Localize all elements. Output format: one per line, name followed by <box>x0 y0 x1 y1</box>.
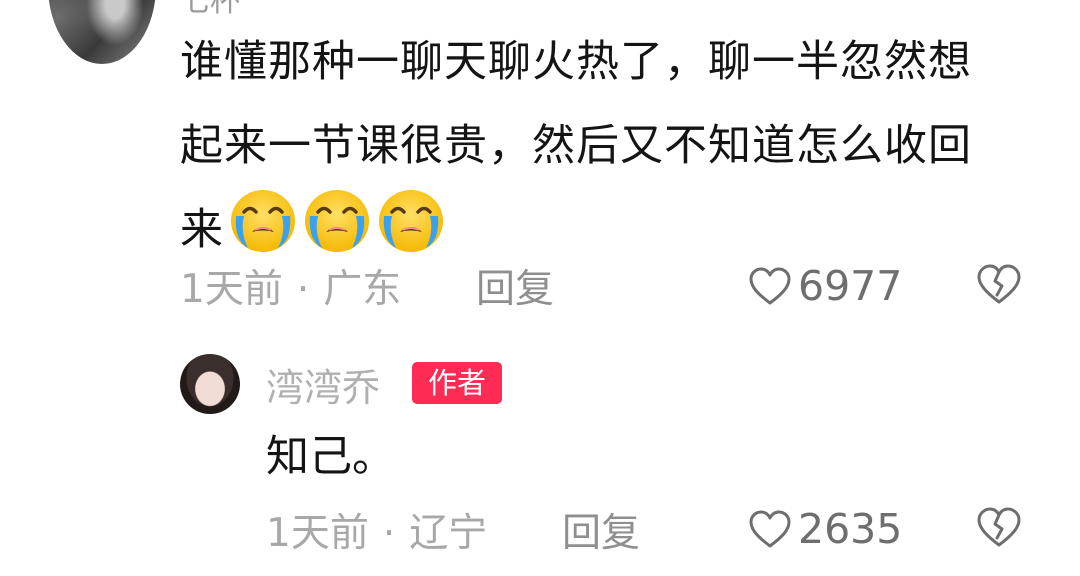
meta-separator: · <box>296 267 310 312</box>
emoji-group <box>228 188 446 254</box>
commenter-avatar[interactable] <box>48 0 156 64</box>
reply-button[interactable]: 回复 <box>562 502 640 558</box>
commenter-username[interactable]: 七杯 <box>180 0 240 20</box>
meta-separator: · <box>382 511 396 556</box>
author-username[interactable]: 湾湾乔 <box>266 357 380 412</box>
author-avatar[interactable] <box>180 354 240 414</box>
reply-meta: 1天前 · 辽宁 <box>266 502 487 558</box>
loudly-crying-face-icon <box>379 190 443 252</box>
heart-outline-icon <box>749 510 791 548</box>
loudly-crying-face-icon <box>231 190 295 252</box>
comment-time: 1天前 <box>180 267 283 312</box>
like-button[interactable]: 6977 <box>748 262 902 310</box>
like-button[interactable]: 2635 <box>748 505 902 553</box>
broken-heart-icon[interactable] <box>976 263 1022 305</box>
heart-outline-icon <box>749 267 791 305</box>
comment-body: 谁懂那种一聊天聊火热了，聊一半忽然想起来一节课很贵，然后又不知道怎么收回来 <box>180 20 1010 272</box>
author-badge: 作者 <box>412 362 502 404</box>
reply-location: 辽宁 <box>409 511 488 556</box>
like-count: 6977 <box>798 262 903 310</box>
like-count: 2635 <box>798 505 903 553</box>
reply-button[interactable]: 回复 <box>476 258 554 314</box>
comment-location: 广东 <box>323 267 402 312</box>
loudly-crying-face-icon <box>305 190 369 252</box>
comment-meta: 1天前 · 广东 <box>180 258 401 314</box>
comment-thread: 七杯 谁懂那种一聊天聊火热了，聊一半忽然想起来一节课很贵，然后又不知道怎么收回来 <box>0 0 1080 576</box>
broken-heart-icon[interactable] <box>976 506 1022 548</box>
reply-time: 1天前 <box>266 511 369 556</box>
reply-body: 知己。 <box>266 432 395 482</box>
